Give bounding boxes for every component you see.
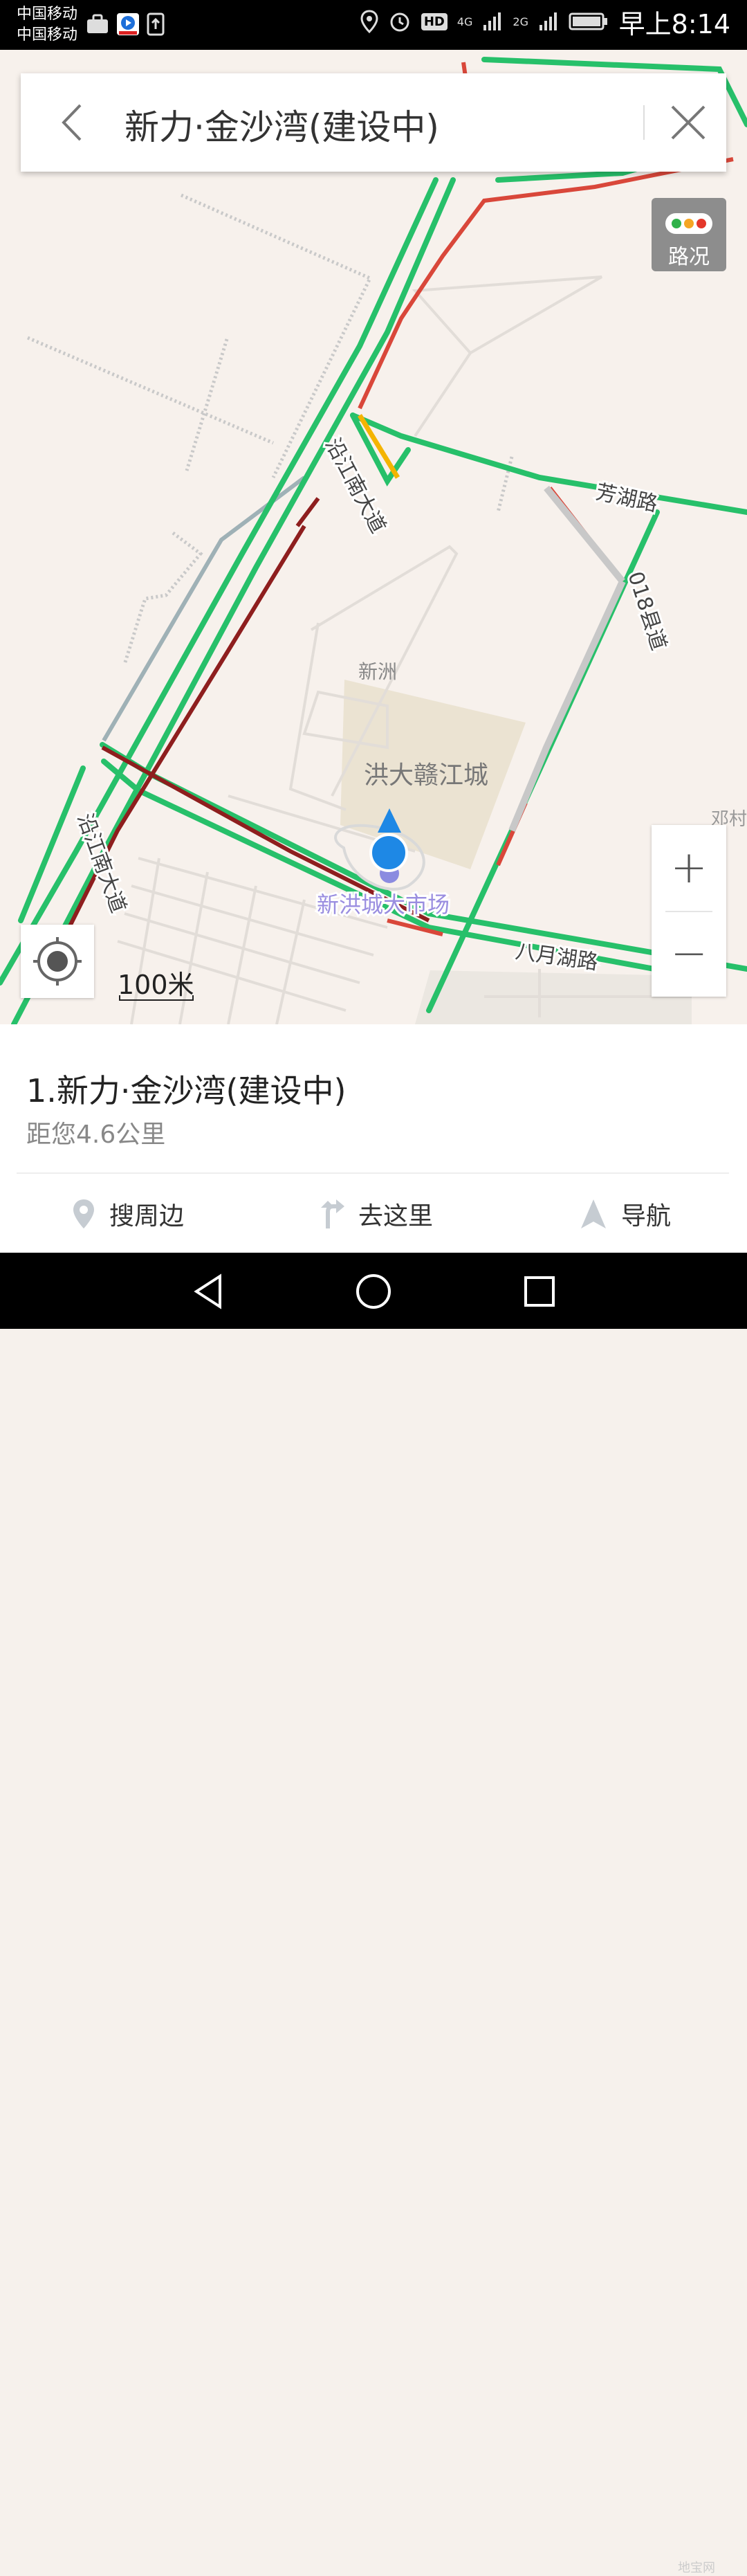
locate-me-button[interactable] [21,925,94,998]
traffic-toggle-button[interactable]: 路况 [652,198,726,271]
carrier-1: 中国移动 [17,6,78,23]
zoom-in-button[interactable]: + [652,825,726,911]
locate-icon [33,937,82,986]
area-label: 洪大赣江城 [364,761,488,790]
carrier-2: 中国移动 [17,26,78,44]
search-query[interactable]: 新力·金沙湾(建设中) [124,100,439,149]
system-navigation-bar: 地宝网 [0,1253,747,2575]
signal-icon [483,12,501,30]
back-arrow-icon[interactable] [48,98,97,147]
search-bar: 新力·金沙湾(建设中) [21,73,726,172]
briefcase-icon [87,14,108,33]
map-canvas: 沿江南大道 沿江南大道 芳湖路 018县道 八月湖路 新洲 洪大赣江城 邓村 新… [0,57,747,1024]
upload-icon [147,12,165,36]
carrier-names: 中国移动 中国移动 [17,4,77,46]
location-icon [360,10,378,33]
result-distance: 距您4.6公里 [26,1121,166,1149]
home-circle-icon[interactable] [354,1272,393,1311]
go-here-button[interactable]: 去这里 [320,1186,433,1242]
traffic-light-icon [665,213,712,234]
search-divider [643,105,645,140]
zoom-out-button[interactable]: − [652,911,726,997]
status-bar: 中国移动 中国移动 HD 4G 2G 早上8:14 [0,0,747,50]
zoom-controls: + − [652,825,726,997]
go-here-label: 去这里 [358,1202,434,1231]
result-card[interactable]: 1.新力·金沙湾(建设中) 距您4.6公里 搜周边 去这里 导航 [0,1024,747,1253]
hd-badge: HD [421,12,448,30]
close-icon[interactable] [664,98,712,147]
system-icons: HD 4G 2G [360,10,609,33]
navigate-label: 导航 [621,1202,672,1231]
map-scale-bar [119,995,194,1001]
alarm-icon [390,12,409,32]
route-icon [321,1199,344,1228]
road-label-fanghu: 芳湖路 [593,480,659,517]
card-divider [17,1172,729,1174]
recents-square-icon[interactable] [520,1272,559,1311]
navigation-arrow-icon [581,1199,606,1228]
district-label: 新洲 [358,660,397,683]
poi-label: 新洪城大市场 [317,891,450,918]
navigate-button[interactable]: 导航 [580,1186,671,1242]
notification-icons [86,12,165,36]
road-label-county-018: 018县道 [622,569,671,653]
back-triangle-icon[interactable] [190,1272,228,1311]
signal-icon-2 [540,12,557,30]
result-title: 1.新力·金沙湾(建设中) [26,1072,347,1109]
traffic-label: 路况 [668,245,710,269]
search-nearby-label: 搜周边 [109,1202,185,1231]
road-label-bayuehu: 八月湖路 [514,939,600,974]
pin-icon [73,1199,94,1228]
search-nearby-button[interactable]: 搜周边 [72,1186,184,1242]
video-app-icon [117,13,139,35]
map-view[interactable]: 沿江南大道 沿江南大道 芳湖路 018县道 八月湖路 新洲 洪大赣江城 邓村 新… [0,50,747,1024]
clock: 早上8:14 [618,9,730,39]
network-2g-label: 2G [513,15,528,28]
network-4g-label: 4G [456,15,473,28]
watermark: 地宝网 [678,2561,715,2575]
battery-icon [569,12,607,30]
